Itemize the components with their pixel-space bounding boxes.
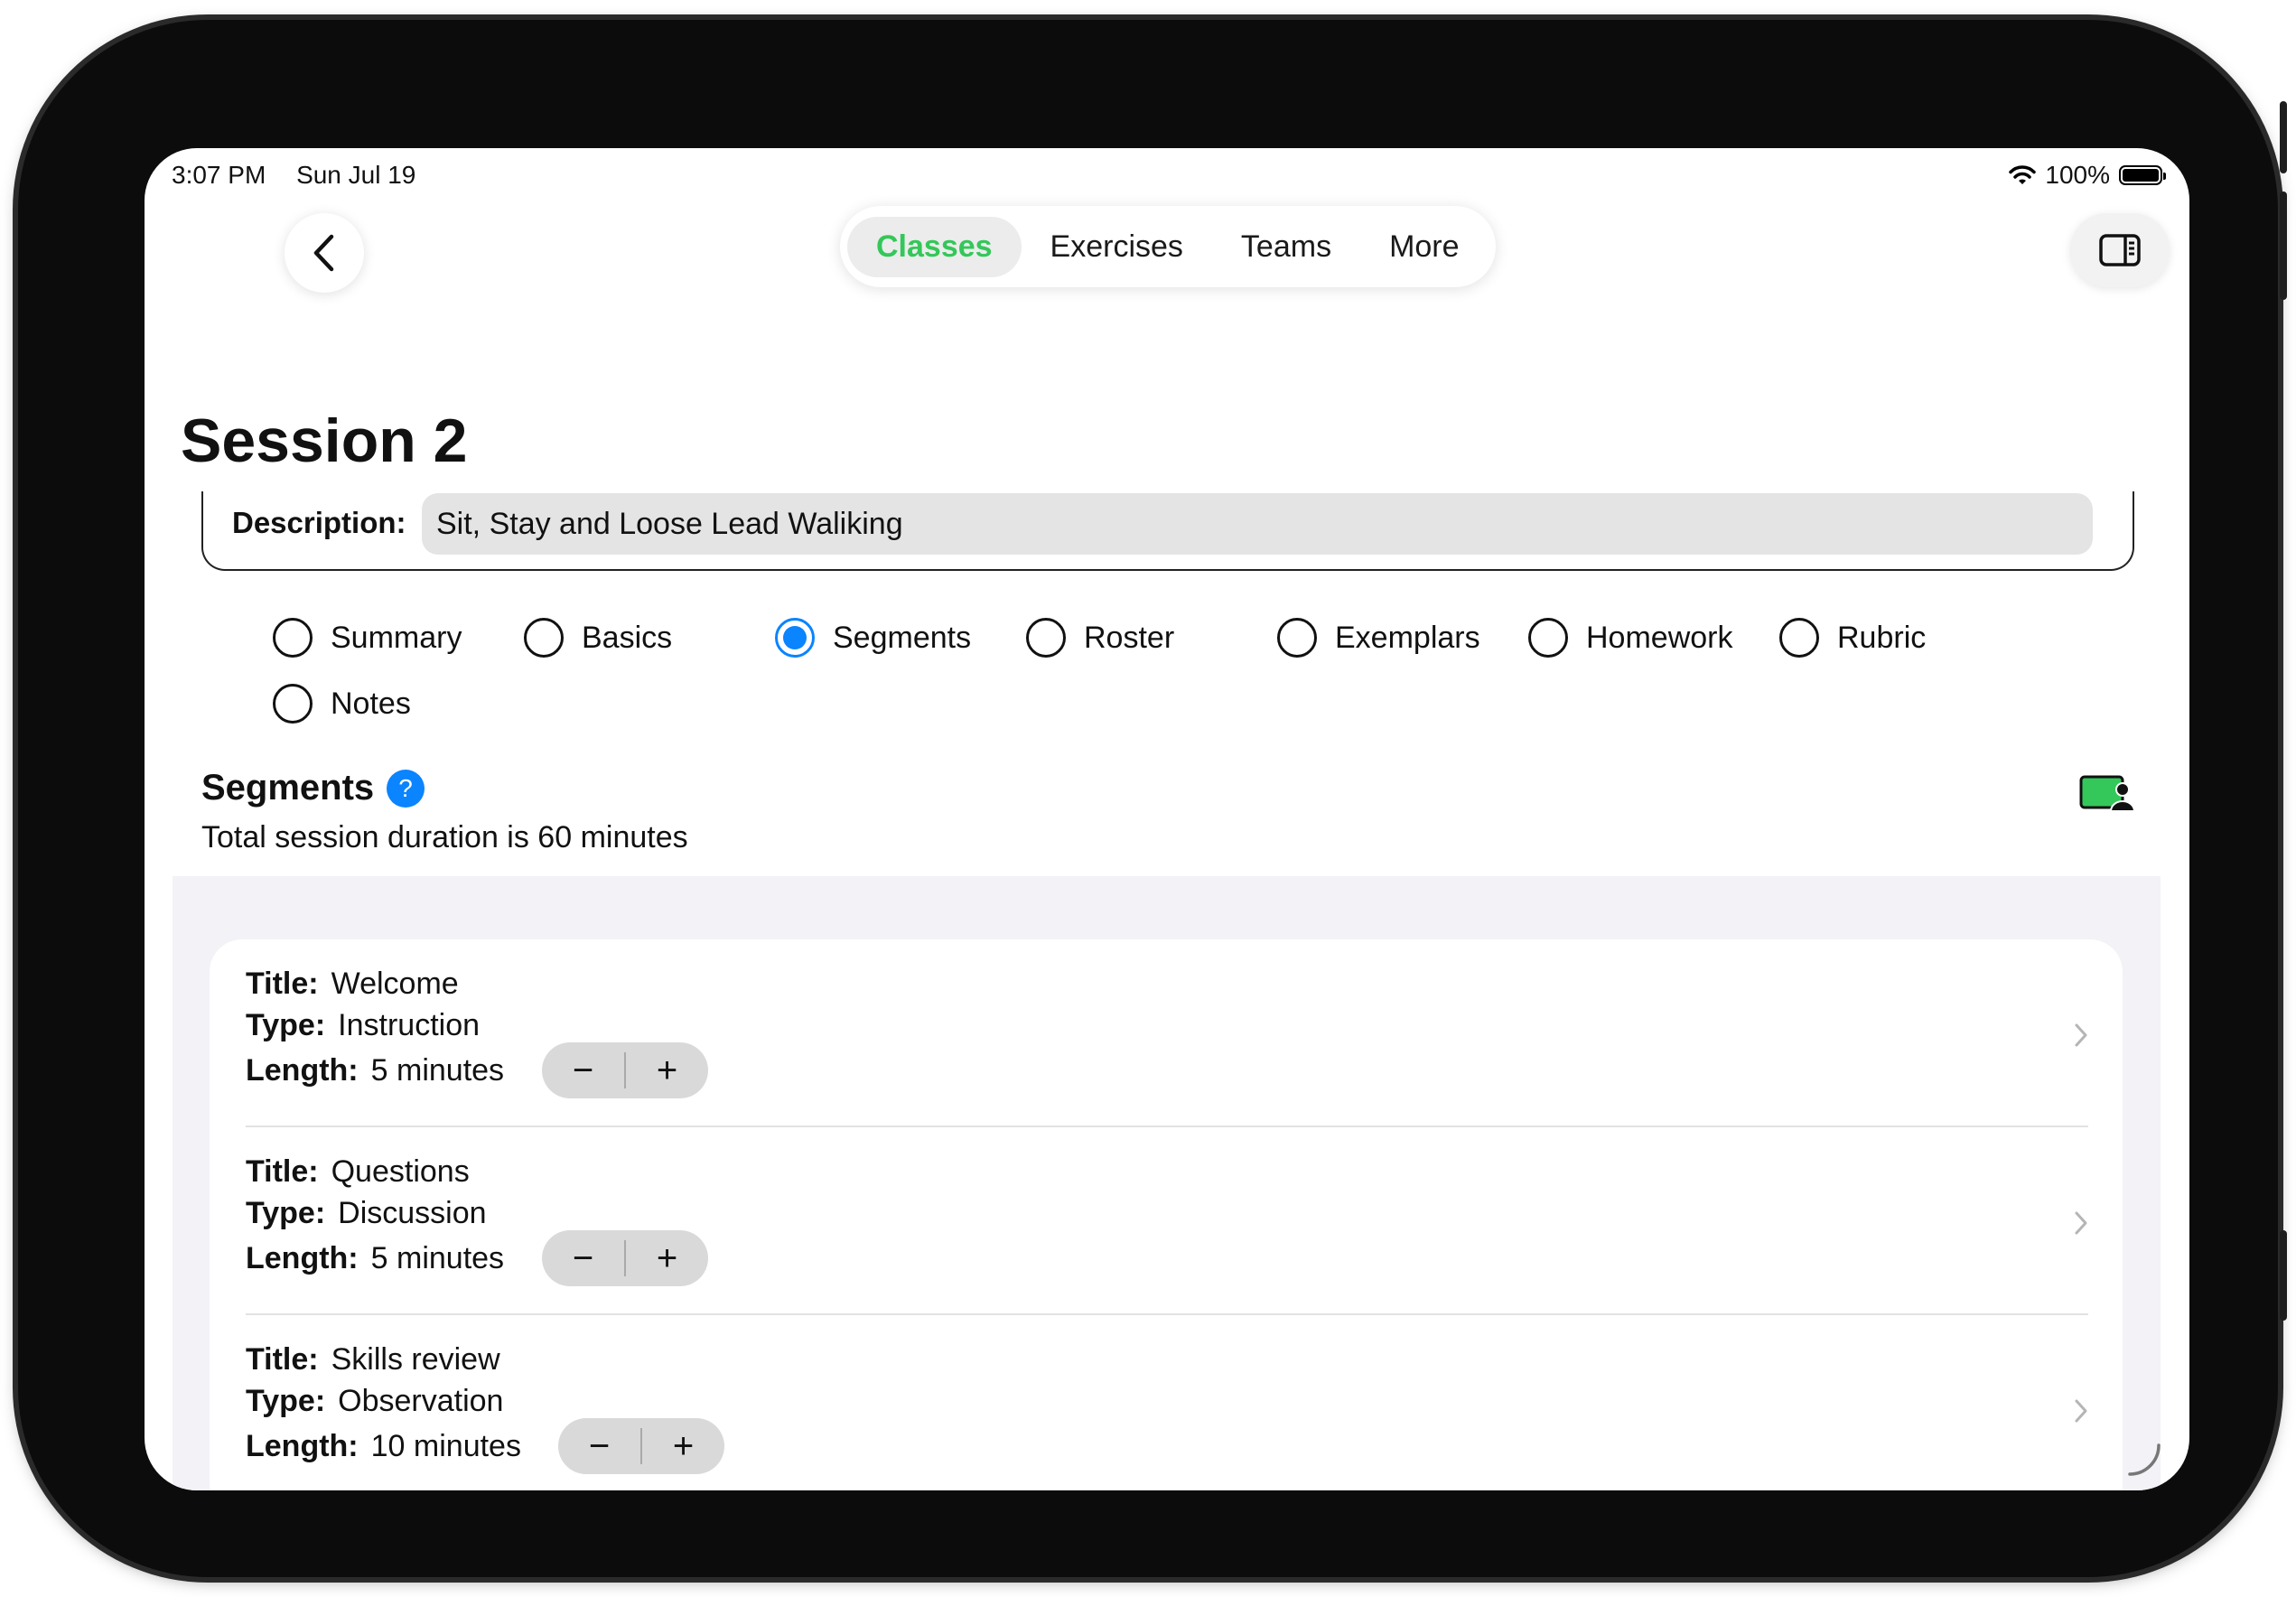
radio-circle [273,618,313,658]
status-date: Sun Jul 19 [296,161,416,189]
wifi-icon [2009,165,2037,184]
length-stepper: − + [542,1230,708,1286]
type-label: Type: [246,1196,326,1230]
present-screen-icon [2079,775,2136,812]
back-chevron-icon [313,234,334,272]
radio-circle [1779,618,1819,658]
segment-length-line: Length: 10 minutes [246,1429,521,1464]
segment-title: Questions [331,1154,470,1189]
radio-label: Summary [331,620,462,655]
increment-button[interactable]: + [626,1042,708,1098]
power-button [2280,1230,2287,1321]
chevron-right-icon [2075,1023,2087,1047]
segment-title-line: Title: Skills review [246,1342,500,1378]
segment-title: Skills review [331,1342,500,1377]
battery-percent: 100% [2045,161,2110,189]
sidebar-toggle-button[interactable] [2070,213,2170,287]
chevron-right-icon [2075,1211,2087,1235]
segment-type-line: Type: Instruction [246,1008,480,1043]
description-field[interactable]: Sit, Stay and Loose Lead Waliking [422,493,2093,555]
volume-button [2280,101,2287,173]
type-label: Type: [246,1384,326,1418]
radio-circle [1277,618,1317,658]
segment-title-line: Title: Questions [246,1154,470,1190]
length-stepper: − + [542,1042,708,1098]
title-label: Title: [246,1342,319,1377]
radio-segments[interactable]: Segments [775,618,971,658]
length-label: Length: [246,1241,359,1275]
segment-length: 5 minutes [370,1241,505,1275]
decrement-button[interactable]: − [542,1230,624,1286]
radio-circle [1026,618,1066,658]
length-stepper: − + [558,1418,724,1474]
segments-card: Title: Welcome Type: Instruction Length: 5 … [210,939,2123,1490]
session-duration-text: Total session duration is 60 minutes [201,820,688,855]
increment-button[interactable]: + [642,1418,724,1474]
radio-basics[interactable]: Basics [524,618,672,658]
length-label: Length: [246,1053,359,1088]
segment-type: Instruction [338,1008,481,1042]
segment-type: Discussion [338,1196,487,1230]
page-title: Session 2 [181,406,468,475]
radio-rubric[interactable]: Rubric [1779,618,1926,658]
tab-teams[interactable]: Teams [1212,217,1360,277]
segment-row[interactable]: Title: Skills review Type: Observation Len… [246,1342,2088,1490]
battery-icon [2119,165,2166,185]
description-label: Description: [232,506,406,539]
type-label: Type: [246,1008,326,1042]
present-screen-button[interactable] [2079,773,2136,817]
segment-type-line: Type: Observation [246,1384,503,1419]
length-label: Length: [246,1429,359,1463]
back-button[interactable] [285,213,364,293]
tab-more[interactable]: More [1360,217,1488,277]
radio-circle [775,618,815,658]
chevron-right-icon [2075,1399,2087,1423]
radio-label: Exemplars [1335,620,1480,655]
status-time: 3:07 PM [172,161,266,189]
description-container: Description: Sit, Stay and Loose Lead Wa… [201,491,2134,571]
segment-length-line: Length: 5 minutes [246,1053,504,1088]
segment-length: 10 minutes [370,1429,521,1463]
radio-circle [1528,618,1568,658]
row-divider [246,1125,2088,1127]
tab-exercises[interactable]: Exercises [1022,217,1212,277]
radio-exemplars[interactable]: Exemplars [1277,618,1480,658]
radio-notes[interactable]: Notes [273,684,411,724]
radio-homework[interactable]: Homework [1528,618,1732,658]
radio-label: Roster [1084,620,1175,655]
radio-label: Rubric [1837,620,1927,655]
segment-title-line: Title: Welcome [246,967,459,1002]
radio-label: Basics [582,620,673,655]
segment-title: Welcome [331,967,459,1001]
help-icon[interactable]: ? [387,770,425,808]
radio-circle [273,684,313,724]
radio-circle [524,618,564,658]
decrement-button[interactable]: − [558,1418,640,1474]
tablet-frame: 3:07 PM Sun Jul 19 100% Classes Exercise… [18,20,2287,1577]
row-divider [246,1313,2088,1315]
radio-label: Notes [331,686,411,721]
sidebar-toggle-icon [2099,234,2141,266]
radio-roster[interactable]: Roster [1026,618,1174,658]
screen: 3:07 PM Sun Jul 19 100% Classes Exercise… [145,148,2189,1490]
resize-handle-icon [2128,1443,2161,1476]
radio-label: Homework [1586,620,1733,655]
radio-summary[interactable]: Summary [273,618,462,658]
decrement-button[interactable]: − [542,1042,624,1098]
status-bar: 3:07 PM Sun Jul 19 100% [172,161,2166,197]
increment-button[interactable]: + [626,1230,708,1286]
segments-heading: Segments [201,768,375,808]
radio-label: Segments [833,620,972,655]
segment-type-line: Type: Discussion [246,1196,487,1231]
segment-length-line: Length: 5 minutes [246,1241,504,1276]
top-tab-bar: Classes Exercises Teams More [840,206,1496,287]
tab-classes[interactable]: Classes [847,216,1022,277]
title-label: Title: [246,967,319,1001]
volume-button [2280,191,2287,300]
title-label: Title: [246,1154,319,1189]
segment-length: 5 minutes [370,1053,505,1088]
segment-type: Observation [338,1384,504,1418]
